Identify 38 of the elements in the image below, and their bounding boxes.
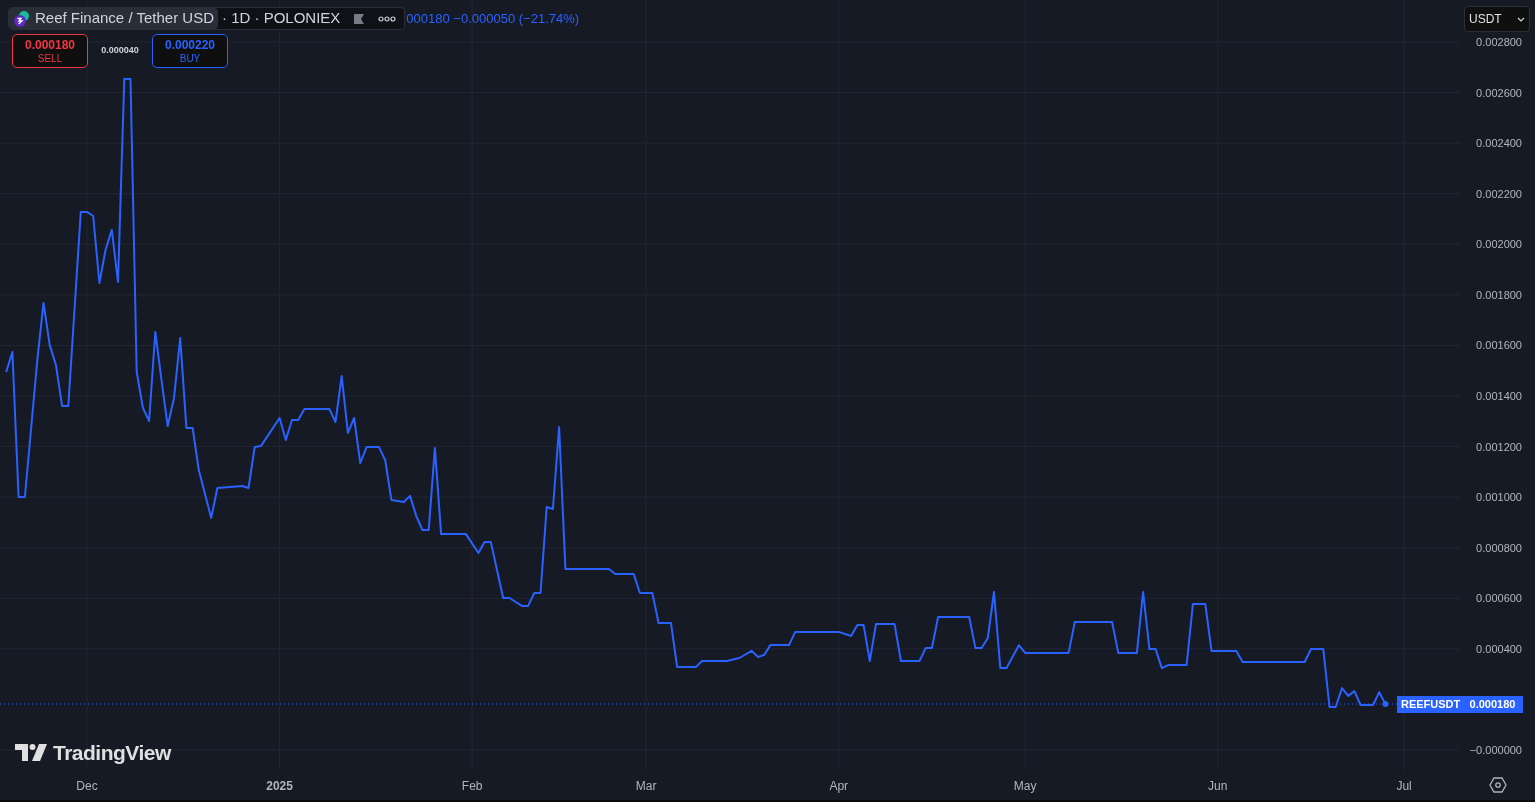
price-axis-label: 0.000800	[1476, 540, 1522, 555]
spread-value: 0.000040	[100, 44, 140, 58]
last-price-label: 0.000180	[1462, 696, 1523, 713]
time-axis-label: May	[1013, 778, 1037, 795]
price-axis-label: 0.001400	[1476, 389, 1522, 403]
price-axis-label: 0.001800	[1476, 287, 1522, 302]
price-axis-label: 0.002200	[1476, 186, 1522, 201]
time-axis-label: Apr	[829, 778, 849, 795]
symbol-label: REEFUSDT	[1397, 696, 1465, 713]
price-axis-label: 0.000400	[1476, 641, 1522, 656]
logo-icon	[15, 744, 47, 762]
time-axis-label: Jun	[1208, 778, 1228, 795]
flag-icon[interactable]	[352, 11, 367, 26]
time-axis-label: Mar	[635, 778, 657, 795]
price-axis-label: 0.000600	[1476, 591, 1522, 606]
price-axis-label: 0.002800	[1476, 34, 1522, 49]
interval-exchange: · 1D · POLONIEX	[222, 8, 341, 29]
time-axis-label: Feb	[461, 778, 483, 795]
time-axis-label: Dec	[76, 778, 98, 795]
price-axis-label: −0.000000	[1469, 743, 1522, 757]
price-change-values: 000180 −0.000050 (−21.74%)	[406, 9, 580, 28]
price-axis-label: 0.001200	[1476, 439, 1522, 454]
price-axis-label: 0.002400	[1476, 136, 1522, 151]
chevron-down-icon	[1517, 16, 1525, 22]
sell-button[interactable]: 0.000180 SELL	[12, 34, 88, 68]
buy-button[interactable]: 0.000220 BUY	[152, 34, 228, 68]
more-icon[interactable]	[378, 14, 397, 23]
price-axis-label: 0.002000	[1476, 237, 1522, 252]
settings-icon[interactable]	[1488, 776, 1507, 794]
price-axis-label: 0.002600	[1476, 85, 1522, 100]
time-axis-label: 2025	[266, 778, 293, 795]
price-axis-label: 0.001000	[1476, 490, 1522, 505]
price-axis-label: 0.001600	[1476, 338, 1522, 353]
last-price-dot	[1382, 701, 1389, 707]
brand-logo: TradingView	[53, 740, 171, 766]
coin-logo-icon	[13, 9, 31, 28]
time-axis-label: Jul	[1396, 778, 1412, 795]
currency-dropdown[interactable]: USDT	[1464, 6, 1530, 32]
